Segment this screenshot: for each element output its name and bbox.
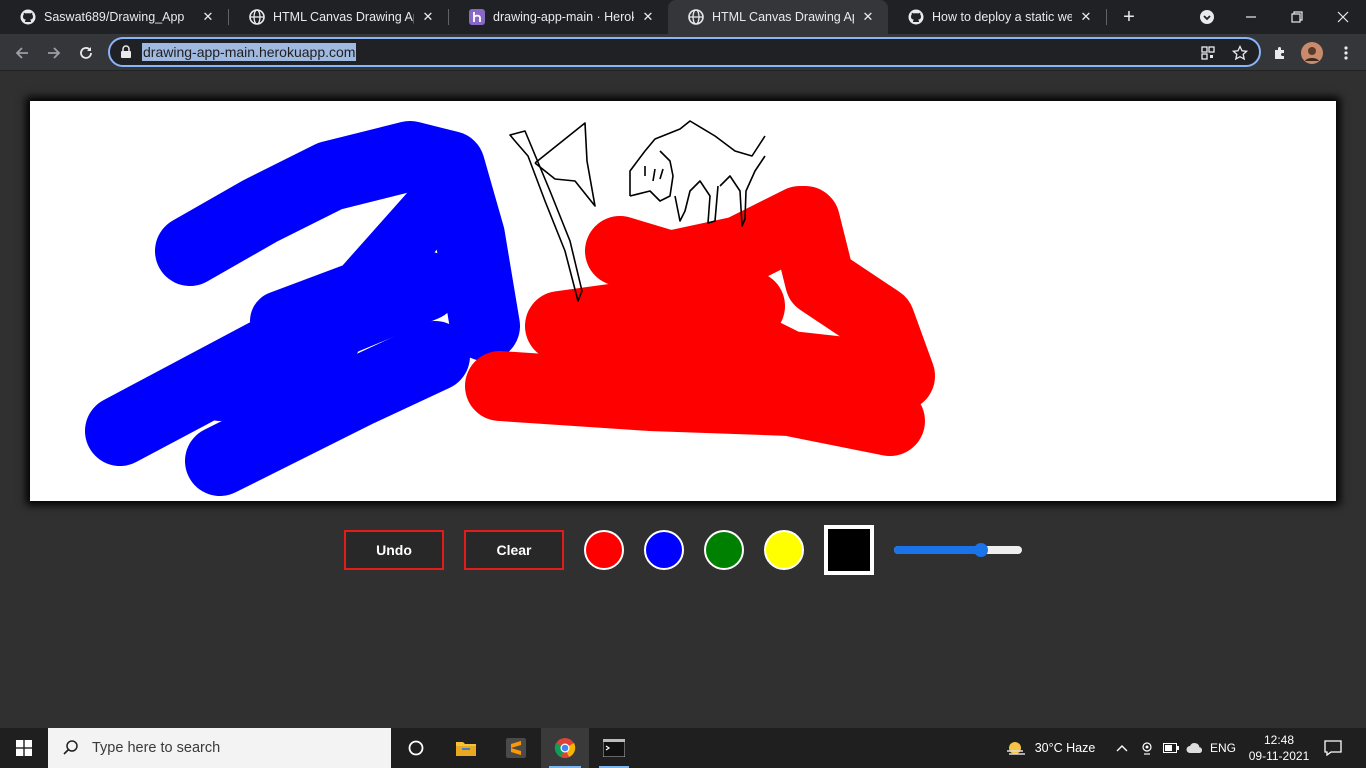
color-picker-preview xyxy=(828,529,870,571)
notification-center-button[interactable] xyxy=(1318,728,1348,768)
github-icon xyxy=(20,9,36,25)
search-placeholder: Type here to search xyxy=(92,740,221,756)
brush-size-slider[interactable] xyxy=(894,543,1022,557)
weather-text: 30°C Haze xyxy=(1034,741,1096,755)
tab-title: How to deploy a static websit xyxy=(932,10,1072,24)
tab-title: HTML Canvas Drawing App xyxy=(273,10,414,24)
language-indicator[interactable]: ENG xyxy=(1208,728,1238,768)
taskbar-chrome[interactable] xyxy=(541,728,589,768)
reload-icon xyxy=(80,47,92,59)
slider-thumb[interactable] xyxy=(974,543,988,557)
back-button[interactable] xyxy=(8,39,36,67)
sublime-icon xyxy=(506,738,526,758)
red-brush-strokes xyxy=(465,186,935,456)
tab-canvas-app-active[interactable]: HTML Canvas Drawing App ✕ xyxy=(668,0,888,34)
bookmark-star-icon[interactable] xyxy=(1230,43,1250,63)
tray-battery[interactable] xyxy=(1160,728,1182,768)
url-text[interactable]: drawing-app-main.herokuapp.com xyxy=(142,43,357,61)
tab-strip: Saswat689/Drawing_App ✕ HTML Canvas Draw… xyxy=(0,0,1366,34)
close-icon xyxy=(1337,11,1349,23)
windows-logo-icon xyxy=(16,740,32,756)
language-text: ENG xyxy=(1209,741,1236,755)
color-swatch-green[interactable] xyxy=(704,530,744,570)
start-button[interactable] xyxy=(0,728,48,768)
forward-button[interactable] xyxy=(40,39,68,67)
close-icon[interactable]: ✕ xyxy=(640,9,656,25)
page-body: Undo Clear xyxy=(0,71,1366,728)
tab-deploy-guide[interactable]: How to deploy a static websit ✕ xyxy=(888,0,1106,34)
windows-taskbar: Type here to search 30°C Haze ENG 12:48 … xyxy=(0,728,1366,768)
chevron-up-icon xyxy=(1116,745,1128,752)
qr-code-icon[interactable] xyxy=(1198,43,1218,63)
close-icon[interactable]: ✕ xyxy=(200,9,216,25)
taskbar-file-explorer[interactable] xyxy=(443,728,489,768)
notification-icon xyxy=(1324,740,1342,756)
color-swatch-blue[interactable] xyxy=(644,530,684,570)
tray-network[interactable] xyxy=(1184,728,1206,768)
restore-icon xyxy=(1291,11,1303,23)
menu-button[interactable] xyxy=(1332,39,1360,67)
clock-time: 12:48 xyxy=(1263,733,1295,747)
clear-button[interactable]: Clear xyxy=(464,530,564,570)
tab-canvas-app-1[interactable]: HTML Canvas Drawing App ✕ xyxy=(229,0,448,34)
kebab-menu-icon xyxy=(1344,46,1348,60)
globe-icon xyxy=(249,9,265,25)
close-icon[interactable]: ✕ xyxy=(1078,9,1094,25)
show-hidden-icons[interactable] xyxy=(1112,728,1132,768)
weather-widget[interactable]: 30°C Haze xyxy=(998,728,1102,768)
globe-icon xyxy=(688,9,704,25)
tray-webcam[interactable] xyxy=(1136,728,1158,768)
close-icon[interactable]: ✕ xyxy=(860,9,876,25)
tab-title: drawing-app-main · Heroku-g xyxy=(493,10,634,24)
search-icon xyxy=(63,740,78,755)
chevron-down-icon xyxy=(1200,10,1214,24)
tab-title: HTML Canvas Drawing App xyxy=(712,10,854,24)
minimize-icon xyxy=(1246,16,1256,18)
new-tab-button[interactable]: + xyxy=(1118,6,1140,28)
undo-button[interactable]: Undo xyxy=(344,530,444,570)
heroku-icon xyxy=(469,9,485,25)
drawing-canvas[interactable] xyxy=(30,101,1336,501)
puzzle-icon xyxy=(1275,47,1284,59)
extensions-button[interactable] xyxy=(1266,39,1294,67)
blue-brush-strokes xyxy=(85,121,520,496)
canvas-drawing xyxy=(85,120,935,496)
lock-icon[interactable] xyxy=(119,45,133,59)
camera-icon xyxy=(1142,742,1152,755)
restore-button[interactable] xyxy=(1274,0,1320,34)
browser-toolbar: drawing-app-main.herokuapp.com xyxy=(0,34,1366,71)
chrome-icon xyxy=(554,738,576,758)
color-swatch-yellow[interactable] xyxy=(764,530,804,570)
cortana-button[interactable] xyxy=(393,728,439,768)
clock-date: 09-11-2021 xyxy=(1248,749,1310,763)
profile-avatar[interactable] xyxy=(1298,39,1326,67)
minimize-button[interactable] xyxy=(1228,0,1274,34)
battery-icon xyxy=(1163,743,1179,753)
close-window-button[interactable] xyxy=(1320,0,1366,34)
tab-heroku[interactable]: drawing-app-main · Heroku-g ✕ xyxy=(449,0,668,34)
terminal-icon xyxy=(603,739,625,757)
tab-github-repo[interactable]: Saswat689/Drawing_App ✕ xyxy=(0,0,228,34)
color-picker-input[interactable] xyxy=(824,525,874,575)
taskbar-terminal[interactable] xyxy=(591,728,637,768)
close-icon[interactable]: ✕ xyxy=(420,9,436,25)
taskbar-sublime-text[interactable] xyxy=(493,728,539,768)
cloud-icon xyxy=(1186,743,1203,753)
tab-search-button[interactable] xyxy=(1184,0,1230,34)
avatar-icon xyxy=(1301,42,1323,64)
slider-fill xyxy=(894,546,981,554)
taskbar-search-box[interactable]: Type here to search xyxy=(48,728,391,768)
system-clock[interactable]: 12:48 09-11-2021 xyxy=(1240,732,1318,764)
tab-title: Saswat689/Drawing_App xyxy=(44,10,185,24)
haze-sun-icon xyxy=(1006,742,1025,755)
arrow-right-icon xyxy=(48,47,61,59)
address-bar[interactable]: drawing-app-main.herokuapp.com xyxy=(108,37,1261,67)
color-swatch-red[interactable] xyxy=(584,530,624,570)
cortana-circle-icon xyxy=(408,740,424,756)
github-icon xyxy=(908,9,924,25)
folder-icon xyxy=(456,742,476,756)
reload-button[interactable] xyxy=(72,39,100,67)
arrow-left-icon xyxy=(15,47,28,59)
